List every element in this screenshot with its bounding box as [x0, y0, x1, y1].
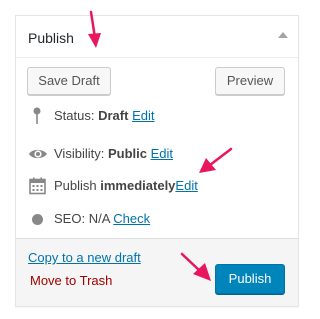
seo-label: SEO:: [54, 211, 86, 226]
preview-button[interactable]: Preview: [215, 67, 285, 95]
seo-value: N/A: [88, 211, 110, 226]
publish-metabox: Publish Save Draft Preview Status: Draft…: [15, 15, 299, 307]
schedule-value: immediately: [100, 178, 176, 193]
major-publishing-actions: Copy to a new draft Move to Trash Publis…: [16, 238, 298, 306]
metabox-header[interactable]: Publish: [16, 16, 298, 58]
edit-status-link[interactable]: Edit: [132, 108, 154, 123]
move-to-trash-link[interactable]: Move to Trash: [30, 273, 112, 288]
pin-icon: [28, 106, 48, 126]
metabox-title: Publish: [28, 30, 74, 46]
visibility-label: Visibility:: [54, 146, 105, 161]
status-dot-icon: [32, 214, 43, 225]
publish-button[interactable]: Publish: [215, 264, 285, 294]
edit-visibility-link[interactable]: Edit: [151, 146, 173, 161]
visibility-value: Public: [107, 146, 147, 161]
eye-icon: [28, 144, 48, 164]
collapse-toggle-icon[interactable]: [278, 32, 288, 38]
calendar-icon: [28, 176, 48, 196]
annotation-arrow-icon: [180, 252, 211, 281]
seo-check-link[interactable]: Check: [113, 211, 150, 226]
edit-schedule-link[interactable]: Edit: [175, 178, 197, 193]
schedule-label: Publish: [54, 178, 97, 193]
copy-to-draft-link[interactable]: Copy to a new draft: [28, 250, 141, 265]
save-draft-button[interactable]: Save Draft: [27, 67, 111, 95]
status-label: Status:: [54, 108, 95, 123]
status-value: Draft: [98, 108, 129, 123]
annotation-arrow-icon: [199, 147, 233, 173]
annotation-arrow-icon: [88, 10, 101, 48]
